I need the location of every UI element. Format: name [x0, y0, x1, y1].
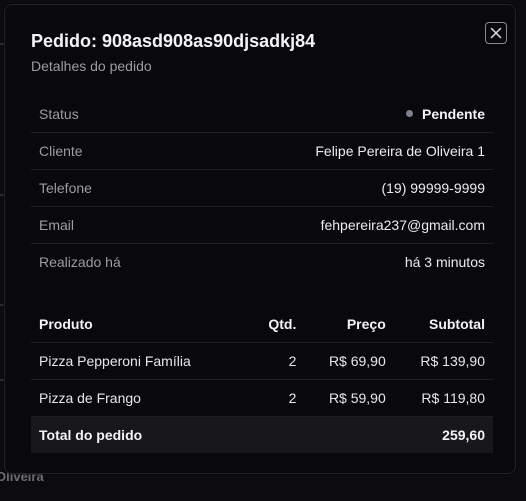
status-label: Status	[39, 105, 79, 122]
column-header-product: Produto	[39, 315, 93, 332]
status-badge: Pendente	[405, 105, 485, 122]
created-label: Realizado há	[39, 254, 121, 270]
dialog-title: Pedido: 908asd908as90djsadkj84	[31, 31, 316, 51]
table-header-row: Produto Qtd. Preço Subtotal	[31, 305, 493, 342]
column-header-price: Preço	[346, 315, 386, 332]
dialog-subtitle: Detalhes do pedido	[31, 58, 152, 74]
customer-value: Felipe Pereira de Oliveira 1	[315, 143, 485, 159]
order-items-table: Produto Qtd. Preço Subtotal Pizza Pepper…	[31, 305, 493, 453]
phone-label: Telefone	[39, 180, 92, 196]
status-dot-icon	[405, 110, 413, 117]
created-row: Realizado há há 3 minutos	[31, 243, 493, 280]
subtotal-cell: R$ 119,80	[421, 390, 485, 406]
product-cell: Pizza de Frango	[39, 390, 141, 406]
created-value: há 3 minutos	[404, 254, 485, 270]
total-label: Total do pedido	[39, 427, 143, 443]
table-row: Pizza de Frango 2 R$ 59,90 R$ 119,80	[31, 379, 493, 416]
price-cell: R$ 69,90	[328, 353, 386, 369]
total-value: 259,60	[442, 427, 485, 443]
close-button[interactable]	[485, 22, 507, 44]
column-header-qty: Qtd.	[268, 315, 297, 332]
column-header-subtotal: Subtotal	[428, 315, 485, 332]
phone-row: Telefone (19) 99999-9999	[31, 169, 493, 206]
customer-label: Cliente	[39, 143, 83, 159]
order-details-dialog: Pedido: 908asd908as90djsadkj84 Detalhes …	[4, 4, 516, 474]
product-cell: Pizza Pepperoni Família	[39, 353, 191, 369]
phone-value: (19) 99999-9999	[381, 180, 485, 196]
email-label: Email	[39, 217, 75, 233]
customer-row: Cliente Felipe Pereira de Oliveira 1	[31, 132, 493, 169]
table-row: Pizza Pepperoni Família 2 R$ 69,90 R$ 13…	[31, 342, 493, 379]
order-total-row: Total do pedido 259,60	[31, 416, 493, 453]
subtotal-cell: R$ 139,90	[420, 353, 485, 369]
order-info-table: Status Pendente Cliente Felipe Pereira d…	[31, 95, 493, 280]
status-row: Status Pendente	[31, 95, 493, 132]
qty-cell: 2	[288, 353, 297, 369]
email-row: Email fehpereira237@gmail.com	[31, 206, 493, 243]
email-value: fehpereira237@gmail.com	[320, 217, 485, 233]
price-cell: R$ 59,90	[328, 390, 386, 406]
qty-cell: 2	[288, 390, 297, 406]
status-value: Pendente	[421, 105, 485, 122]
close-icon	[490, 27, 502, 39]
